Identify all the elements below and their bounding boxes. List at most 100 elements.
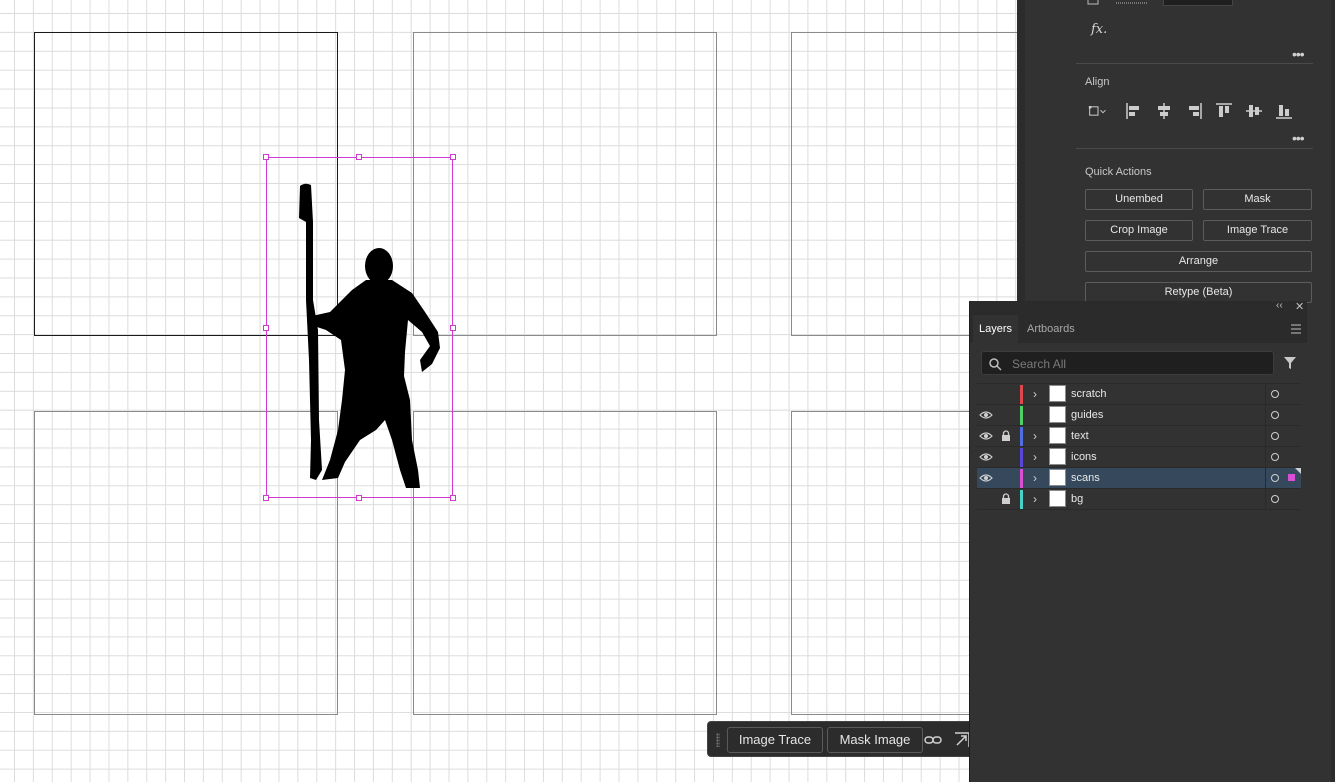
layer-thumbnail bbox=[1049, 448, 1066, 465]
tab-artboards[interactable]: Artboards bbox=[1021, 315, 1081, 343]
lock-toggle[interactable] bbox=[1001, 388, 1011, 400]
resize-handle[interactable] bbox=[450, 154, 456, 160]
drag-handle-icon[interactable] bbox=[716, 733, 720, 747]
lock-toggle[interactable] bbox=[1001, 451, 1011, 463]
layer-thumbnail bbox=[1049, 427, 1066, 444]
resize-handle[interactable] bbox=[263, 495, 269, 501]
target-circle-icon[interactable] bbox=[1271, 453, 1279, 461]
arrange-button[interactable]: Arrange bbox=[1085, 251, 1312, 272]
layer-color-swatch bbox=[1020, 490, 1023, 509]
target-circle-icon[interactable] bbox=[1271, 390, 1279, 398]
chevron-right-icon[interactable]: › bbox=[1028, 450, 1042, 464]
layer-row[interactable]: › scans bbox=[977, 468, 1301, 489]
filter-icon[interactable] bbox=[1283, 356, 1297, 370]
resize-handle[interactable] bbox=[356, 154, 362, 160]
close-panel-icon[interactable]: ✕ bbox=[1295, 300, 1304, 313]
layers-search-box bbox=[981, 351, 1274, 375]
layer-name[interactable]: scratch bbox=[1071, 384, 1106, 404]
collapse-panel-icon[interactable]: ‹‹ bbox=[1276, 300, 1283, 311]
layer-color-swatch bbox=[1020, 427, 1023, 446]
divider bbox=[1076, 63, 1313, 64]
image-trace-quick-button[interactable]: Image Trace bbox=[1203, 220, 1312, 241]
align-to-dropdown-icon[interactable] bbox=[1088, 101, 1108, 121]
divider bbox=[1265, 426, 1266, 446]
visibility-toggle[interactable] bbox=[979, 493, 993, 505]
link-icon[interactable] bbox=[923, 730, 943, 750]
lock-toggle[interactable] bbox=[1001, 472, 1011, 484]
divider bbox=[1265, 405, 1266, 425]
chevron-right-icon[interactable]: › bbox=[1028, 429, 1042, 443]
eye-icon[interactable] bbox=[979, 472, 993, 484]
lock-toggle[interactable] bbox=[1001, 409, 1011, 421]
layers-tab-bar: Layers Artboards bbox=[970, 315, 1307, 343]
tab-layers[interactable]: Layers bbox=[973, 315, 1019, 343]
align-horizontal-center-icon[interactable] bbox=[1154, 101, 1174, 121]
document-canvas[interactable]: Image Trace Mask Image bbox=[0, 0, 1017, 782]
panel-header-bar[interactable]: ‹‹ ✕ bbox=[970, 300, 1307, 315]
search-input[interactable] bbox=[1010, 354, 1264, 374]
divider bbox=[1076, 148, 1313, 149]
selected-art-indicator[interactable] bbox=[1288, 474, 1295, 481]
chevron-right-icon[interactable]: › bbox=[1028, 492, 1042, 506]
layers-panel: ‹‹ ✕ Layers Artboards › scratchguides › tex… bbox=[969, 300, 1307, 782]
stroke-swatch-icon[interactable] bbox=[1086, 0, 1156, 6]
layer-thumbnail bbox=[1049, 469, 1066, 486]
more-options-icon[interactable]: ••• bbox=[1292, 47, 1305, 61]
resize-handle[interactable] bbox=[263, 325, 269, 331]
chevron-right-icon[interactable]: › bbox=[1028, 387, 1042, 401]
layer-thumbnail bbox=[1049, 406, 1066, 423]
layer-row[interactable]: › bg bbox=[977, 489, 1301, 510]
corner-triangle-icon bbox=[1295, 468, 1301, 474]
eye-icon[interactable] bbox=[979, 451, 993, 463]
align-top-icon[interactable] bbox=[1214, 101, 1234, 121]
resize-handle[interactable] bbox=[356, 495, 362, 501]
stroke-weight-field[interactable] bbox=[1163, 0, 1233, 6]
more-options-icon[interactable]: ••• bbox=[1292, 131, 1305, 145]
layer-color-swatch bbox=[1020, 385, 1023, 404]
mask-image-button[interactable]: Mask Image bbox=[827, 727, 923, 753]
silhouette-image[interactable] bbox=[0, 0, 1017, 782]
selection-bounding-box[interactable] bbox=[266, 157, 453, 498]
crop-image-button[interactable]: Crop Image bbox=[1085, 220, 1193, 241]
align-right-icon[interactable] bbox=[1184, 101, 1204, 121]
lock-icon[interactable] bbox=[1001, 430, 1011, 442]
target-circle-icon[interactable] bbox=[1271, 495, 1279, 503]
image-trace-button[interactable]: Image Trace bbox=[727, 727, 823, 753]
layer-name[interactable]: scans bbox=[1071, 468, 1100, 488]
eye-icon[interactable] bbox=[979, 430, 993, 442]
layer-color-swatch bbox=[1020, 406, 1023, 425]
layer-name[interactable]: icons bbox=[1071, 447, 1097, 467]
fx-label[interactable]: fx. bbox=[1091, 22, 1107, 37]
layer-name[interactable]: bg bbox=[1071, 489, 1083, 509]
align-left-icon[interactable] bbox=[1124, 101, 1144, 121]
mask-button[interactable]: Mask bbox=[1203, 189, 1312, 210]
target-circle-icon[interactable] bbox=[1271, 411, 1279, 419]
eye-icon[interactable] bbox=[979, 409, 993, 421]
target-circle-icon[interactable] bbox=[1271, 432, 1279, 440]
layer-row[interactable]: › text bbox=[977, 426, 1301, 447]
layer-row[interactable]: › scratch bbox=[977, 384, 1301, 405]
lock-icon[interactable] bbox=[1001, 493, 1011, 505]
layer-row[interactable]: › icons bbox=[977, 447, 1301, 468]
layer-name[interactable]: text bbox=[1071, 426, 1089, 446]
layer-thumbnail bbox=[1049, 490, 1066, 507]
resize-handle[interactable] bbox=[263, 154, 269, 160]
divider bbox=[1265, 489, 1266, 509]
search-icon bbox=[989, 358, 1002, 371]
panel-menu-icon[interactable] bbox=[1290, 323, 1302, 335]
divider bbox=[1265, 447, 1266, 467]
visibility-toggle[interactable] bbox=[979, 388, 993, 400]
unembed-button[interactable]: Unembed bbox=[1085, 189, 1193, 210]
chevron-right-icon[interactable]: › bbox=[1028, 471, 1042, 485]
resize-handle[interactable] bbox=[450, 325, 456, 331]
divider bbox=[977, 383, 1301, 384]
resize-handle[interactable] bbox=[450, 495, 456, 501]
quick-actions-title: Quick Actions bbox=[1085, 166, 1152, 178]
align-vertical-center-icon[interactable] bbox=[1244, 101, 1264, 121]
divider bbox=[1265, 384, 1266, 404]
layer-name[interactable]: guides bbox=[1071, 405, 1103, 425]
layer-row[interactable]: guides bbox=[977, 405, 1301, 426]
target-circle-icon[interactable] bbox=[1271, 474, 1279, 482]
layer-thumbnail bbox=[1049, 385, 1066, 402]
align-bottom-icon[interactable] bbox=[1274, 101, 1294, 121]
